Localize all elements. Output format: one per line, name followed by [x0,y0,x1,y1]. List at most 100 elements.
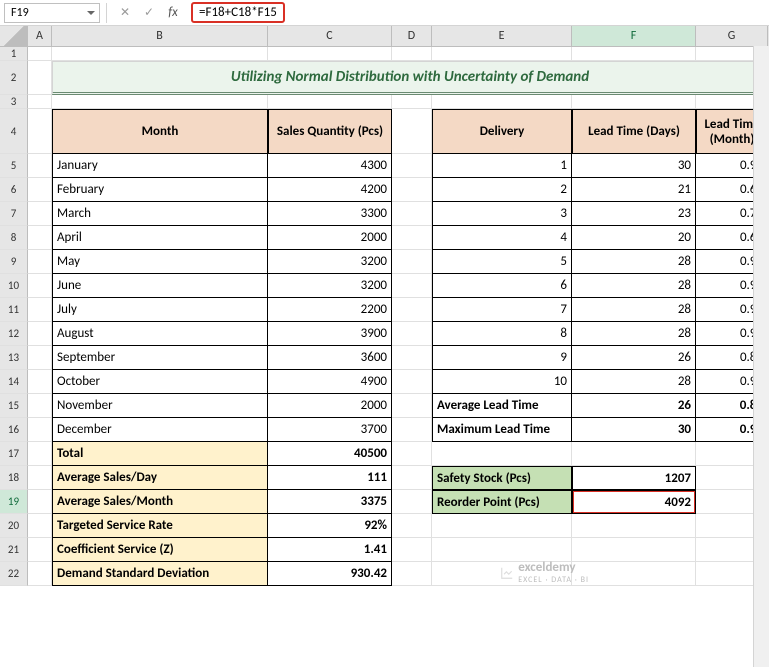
cell[interactable] [28,514,52,538]
cell[interactable] [28,250,52,274]
cell-value[interactable]: 3200 [268,250,392,274]
row-header[interactable]: 20 [0,514,28,538]
cell[interactable] [572,562,696,586]
total-value[interactable]: 930.42 [268,562,392,586]
cell-value[interactable]: 3900 [268,322,392,346]
row-header[interactable]: 5 [0,154,28,178]
total-label[interactable]: Targeted Service Rate [52,514,268,538]
cell[interactable] [392,226,432,250]
cell-value[interactable]: 4300 [268,154,392,178]
cell[interactable] [392,538,432,562]
total-value[interactable]: 111 [268,466,392,490]
cell[interactable] [392,370,432,394]
cell[interactable] [572,442,696,466]
row-header[interactable]: 2 [0,61,28,95]
cell-month[interactable]: April [52,226,268,250]
row-header[interactable]: 17 [0,442,28,466]
col-header-a[interactable]: A [28,26,52,46]
col-header-b[interactable]: B [52,26,268,46]
header-sales[interactable]: Sales Quantity (Pcs) [268,109,392,154]
cell[interactable] [392,346,432,370]
cell-delivery[interactable]: 10 [432,370,572,394]
cell[interactable] [268,47,392,61]
cell-delivery[interactable]: 8 [432,322,572,346]
total-value[interactable]: 3375 [268,490,392,514]
total-label[interactable]: Average Sales/Day [52,466,268,490]
cell[interactable] [52,47,268,61]
cell[interactable] [392,322,432,346]
cell[interactable] [28,47,52,61]
cell[interactable] [28,322,52,346]
row-header[interactable]: 6 [0,178,28,202]
row-header[interactable]: 12 [0,322,28,346]
cell-lead-days[interactable]: 28 [572,322,696,346]
cell[interactable] [28,298,52,322]
col-header-c[interactable]: C [268,26,392,46]
row-header[interactable]: 22 [0,562,28,586]
cell-value[interactable]: 2200 [268,298,392,322]
row-header[interactable]: 10 [0,274,28,298]
cell[interactable] [28,442,52,466]
row-header[interactable]: 11 [0,298,28,322]
cell[interactable] [28,61,52,95]
reorder-point-value[interactable]: 4092 [572,490,696,514]
cell[interactable] [28,466,52,490]
cell-value[interactable]: 3300 [268,202,392,226]
cell-value[interactable]: 4900 [268,370,392,394]
cell[interactable] [28,538,52,562]
cell[interactable] [432,514,572,538]
cell[interactable] [392,514,432,538]
cell-month[interactable]: September [52,346,268,370]
cell[interactable] [28,154,52,178]
cell[interactable] [392,490,432,514]
cell[interactable] [392,418,432,442]
avg-lead-days[interactable]: 26 [572,394,696,418]
cell-delivery[interactable]: 2 [432,178,572,202]
cell[interactable] [28,346,52,370]
cell[interactable] [392,95,432,109]
header-month[interactable]: Month [52,109,268,154]
cell[interactable] [392,394,432,418]
row-header[interactable]: 1 [0,47,28,61]
col-header-f[interactable]: F [572,26,696,46]
cell-delivery[interactable]: 7 [432,298,572,322]
cell-delivery[interactable]: 1 [432,154,572,178]
cell[interactable] [432,538,572,562]
cell[interactable] [28,109,52,154]
total-label[interactable]: Total [52,442,268,466]
cell[interactable] [28,95,52,109]
total-value[interactable]: 1.41 [268,538,392,562]
cell-month[interactable]: June [52,274,268,298]
cell[interactable] [28,418,52,442]
cell-month[interactable]: December [52,418,268,442]
cell-lead-days[interactable]: 28 [572,298,696,322]
cell-lead-days[interactable]: 28 [572,274,696,298]
row-header[interactable]: 15 [0,394,28,418]
cell-month[interactable]: May [52,250,268,274]
cell[interactable] [392,562,432,586]
cell-delivery[interactable]: 6 [432,274,572,298]
cell[interactable] [28,394,52,418]
reorder-point-label[interactable]: Reorder Point (Pcs) [432,490,572,514]
cell-lead-days[interactable]: 28 [572,370,696,394]
row-header[interactable]: 18 [0,466,28,490]
col-header-g[interactable]: G [696,26,768,46]
cell[interactable] [28,274,52,298]
col-header-d[interactable]: D [392,26,432,46]
cell-lead-days[interactable]: 21 [572,178,696,202]
cell[interactable] [432,95,572,109]
cell-value[interactable]: 2000 [268,394,392,418]
formula-input[interactable]: =F18+C18*F15 [185,2,765,23]
cell[interactable] [28,490,52,514]
cell[interactable] [432,442,572,466]
cell[interactable] [392,442,432,466]
max-lead-label[interactable]: Maximum Lead Time [432,418,572,442]
cell[interactable] [392,47,432,61]
cell[interactable] [28,370,52,394]
safety-stock-label[interactable]: Safety Stock (Pcs) [432,466,572,490]
name-box[interactable]: F19 [4,3,100,23]
cell[interactable] [28,202,52,226]
row-header[interactable]: 9 [0,250,28,274]
cell-month[interactable]: July [52,298,268,322]
cell-value[interactable]: 2000 [268,226,392,250]
